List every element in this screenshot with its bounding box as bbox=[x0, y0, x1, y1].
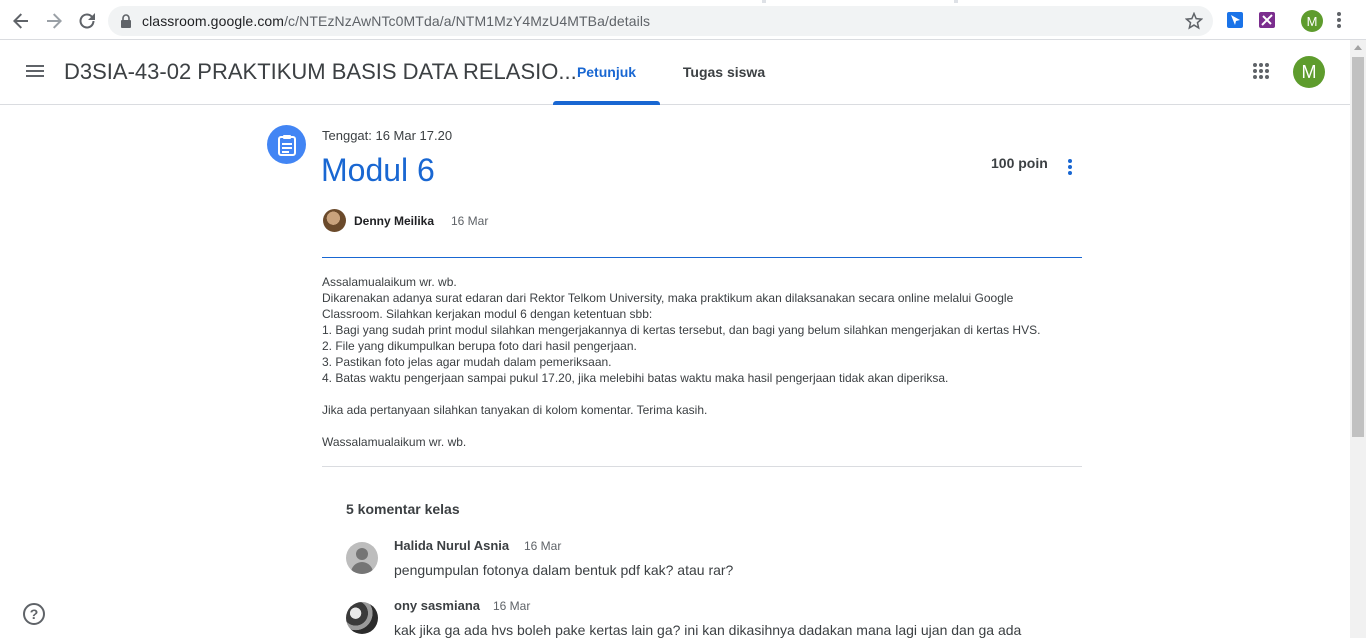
reload-icon bbox=[79, 13, 95, 29]
comment-date: 16 Mar bbox=[493, 599, 531, 613]
tab-petunjuk[interactable]: Petunjuk bbox=[553, 40, 660, 105]
more-options-button[interactable] bbox=[1064, 157, 1076, 177]
tab-label: Petunjuk bbox=[576, 64, 637, 80]
tab-strip-edge bbox=[0, 0, 1366, 3]
apps-grid-icon bbox=[1253, 63, 1269, 79]
question-mark-icon: ? bbox=[29, 606, 39, 622]
extension-icon[interactable] bbox=[1227, 12, 1243, 28]
commenter-avatar bbox=[346, 542, 378, 574]
forward-arrow-icon bbox=[47, 13, 62, 29]
assignment-icon bbox=[267, 125, 306, 164]
classroom-header: D3SIA-43-02 PRAKTIKUM BASIS DATA RELASIO… bbox=[0, 40, 1350, 105]
instruction-line: Assalamualaikum wr. wb. bbox=[322, 275, 457, 289]
tools-icon bbox=[1261, 14, 1273, 26]
header-divider bbox=[322, 257, 1082, 258]
bookmark-star-icon[interactable] bbox=[1185, 12, 1203, 30]
cursor-icon bbox=[1231, 15, 1240, 25]
tab-label: Tugas siswa bbox=[682, 64, 766, 80]
scrollbar-thumb[interactable] bbox=[1352, 57, 1364, 437]
account-avatar[interactable]: M bbox=[1293, 56, 1325, 88]
instruction-line: 2. File yang dikumpulkan berupa foto dar… bbox=[322, 339, 637, 353]
url-text: classroom.google.com/c/NTEzNzAwNTc0MTda/… bbox=[142, 13, 651, 29]
class-comments-count[interactable]: 5 komentar kelas bbox=[346, 501, 460, 517]
instruction-line: Dikarenakan adanya surat edaran dari Rek… bbox=[322, 291, 1014, 305]
google-apps-button[interactable] bbox=[1252, 62, 1270, 85]
main-menu-button[interactable] bbox=[24, 62, 48, 84]
help-button[interactable]: ? bbox=[23, 603, 45, 625]
hamburger-icon bbox=[26, 65, 44, 77]
reload-button[interactable] bbox=[75, 9, 99, 33]
more-vert-icon bbox=[1337, 12, 1341, 28]
back-arrow-icon bbox=[13, 13, 28, 29]
points-value: 100 poin bbox=[991, 155, 1048, 171]
forward-button[interactable] bbox=[42, 9, 66, 33]
author-avatar bbox=[323, 209, 346, 232]
browser-menu-button[interactable] bbox=[1336, 11, 1342, 34]
page-scrollbar[interactable] bbox=[1350, 40, 1366, 638]
assignment-instructions: Assalamualaikum wr. wb. Dikarenakan adan… bbox=[322, 274, 1082, 450]
commenter-name: ony sasmiana bbox=[394, 598, 480, 613]
comment-text: kak jika ga ada hvs boleh pake kertas la… bbox=[394, 622, 1022, 638]
back-button[interactable] bbox=[9, 9, 33, 33]
instruction-line: 1. Bagi yang sudah print modul silahkan … bbox=[322, 323, 1041, 337]
extension-icon[interactable] bbox=[1259, 12, 1275, 28]
posted-date: 16 Mar bbox=[451, 214, 489, 228]
assignment-title: Modul 6 bbox=[321, 152, 435, 188]
comment-text: pengumpulan fotonya dalam bentuk pdf kak… bbox=[394, 562, 734, 578]
commenter-name: Halida Nurul Asnia bbox=[394, 538, 510, 553]
address-bar[interactable]: classroom.google.com/c/NTEzNzAwNTc0MTda/… bbox=[108, 6, 1213, 36]
more-vert-icon bbox=[1068, 159, 1072, 175]
class-title[interactable]: D3SIA-43-02 PRAKTIKUM BASIS DATA RELASIO… bbox=[64, 59, 577, 85]
commenter-avatar bbox=[346, 602, 378, 634]
browser-toolbar: classroom.google.com/c/NTEzNzAwNTc0MTda/… bbox=[0, 0, 1366, 40]
clipboard-icon bbox=[277, 134, 296, 156]
instruction-line: Jika ada pertanyaan silahkan tanyakan di… bbox=[322, 403, 708, 417]
comments-divider bbox=[322, 466, 1082, 467]
active-tab-indicator bbox=[553, 101, 660, 105]
scroll-up-arrow-icon[interactable] bbox=[1354, 45, 1362, 50]
instruction-line: Wassalamualaikum wr. wb. bbox=[322, 435, 467, 449]
profile-avatar[interactable]: M bbox=[1301, 10, 1323, 32]
instruction-line: Classroom. Silahkan kerjakan modul 6 den… bbox=[322, 307, 653, 321]
due-date: Tenggat: 16 Mar 17.20 bbox=[322, 128, 453, 143]
tab-tugas-siswa[interactable]: Tugas siswa bbox=[670, 40, 778, 104]
instruction-line: 3. Pastikan foto jelas agar mudah dalam … bbox=[322, 355, 612, 369]
author-name: Denny Meilika bbox=[354, 214, 435, 228]
instruction-line: 4. Batas waktu pengerjaan sampai pukul 1… bbox=[322, 371, 949, 385]
comment-date: 16 Mar bbox=[524, 539, 562, 553]
lock-icon bbox=[121, 14, 131, 28]
